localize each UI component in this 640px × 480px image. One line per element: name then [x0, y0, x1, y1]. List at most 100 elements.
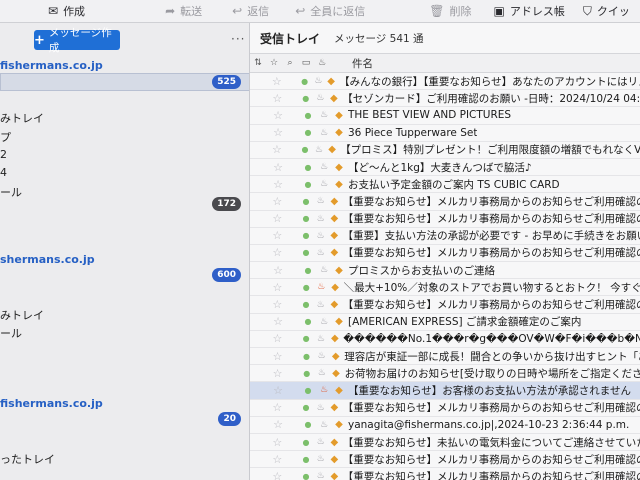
address-book-button[interactable]: ▣ アドレス帳 [483, 3, 574, 19]
thread-column-icon[interactable]: ⇅ [250, 58, 266, 68]
attachment-column-icon[interactable]: ⌕ [282, 58, 298, 68]
junk-flame-icon[interactable]: ♨ [313, 231, 328, 241]
junk-flame-icon[interactable]: ♨ [313, 403, 328, 413]
star-icon[interactable]: ☆ [270, 298, 285, 311]
star-icon[interactable]: ☆ [270, 212, 285, 225]
junk-flame-icon[interactable]: ♨ [314, 282, 329, 292]
read-status-dot-icon[interactable]: ● [299, 334, 314, 343]
message-row[interactable]: ☆ ● ♨ ◆ お支払い予定金額のご案内 TS CUBIC CARD [250, 176, 640, 194]
more-options-icon[interactable]: ··· [231, 32, 245, 46]
message-row[interactable]: ☆ ● ♨ ◆ THE BEST VIEW AND PICTURES [250, 107, 640, 125]
read-status-dot-icon[interactable]: ● [300, 128, 316, 137]
junk-flame-icon[interactable]: ♨ [316, 317, 332, 327]
folder-item[interactable]: 2 [0, 148, 7, 161]
star-icon[interactable]: ☆ [270, 332, 285, 345]
read-status-dot-icon[interactable]: ● [299, 472, 314, 480]
message-row[interactable]: ☆ ● ♨ ◆ 【重要なお知らせ】お客様のお支払い方法が承認されません [250, 382, 640, 400]
read-status-dot-icon[interactable]: ● [299, 214, 314, 223]
star-icon[interactable]: ☆ [270, 161, 286, 174]
subject-column-header[interactable]: 件名 [352, 56, 373, 71]
junk-flame-icon[interactable]: ♨ [316, 179, 332, 189]
junk-flame-icon[interactable]: ♨ [313, 454, 328, 464]
star-icon[interactable]: ☆ [270, 384, 286, 397]
star-icon[interactable]: ☆ [270, 350, 285, 363]
read-status-dot-icon[interactable]: ● [299, 300, 314, 309]
junk-flame-icon[interactable]: ♨ [314, 368, 329, 378]
account-1[interactable]: fishermans.co.jp [0, 59, 103, 72]
star-icon[interactable]: ☆ [270, 315, 286, 328]
message-row[interactable]: ☆ ● ♨ ◆ 【重要なお知らせ】メルカリ事務局からのお知らせご利用確認のお願 [250, 245, 640, 263]
star-icon[interactable]: ☆ [270, 418, 286, 431]
folder-item[interactable]: ール [0, 325, 22, 341]
folder-item[interactable]: みトレイ [0, 307, 44, 323]
account-2[interactable]: shermans.co.jp [0, 253, 95, 266]
star-icon[interactable]: ☆ [270, 143, 284, 156]
star-icon[interactable]: ☆ [270, 470, 285, 480]
read-status-dot-icon[interactable]: ● [298, 145, 312, 154]
star-icon[interactable]: ☆ [270, 229, 285, 242]
message-row[interactable]: ☆ ● ♨ ◆ プロミスからお支払いのご連絡 [250, 262, 640, 280]
junk-flame-icon[interactable]: ♨ [316, 128, 332, 138]
message-row[interactable]: ☆ ● ♨ ◆ 【重要なお知らせ】メルカリ事務局からのお知らせご利用確認のお願 [250, 211, 640, 228]
message-row[interactable]: ☆ ● ♨ ◆ 36 Piece Tupperware Set [250, 125, 640, 142]
junk-flame-icon[interactable]: ♨ [316, 265, 332, 275]
star-icon[interactable]: ☆ [270, 367, 285, 380]
junk-flame-icon[interactable]: ♨ [313, 248, 328, 258]
message-row[interactable]: ☆ ● ♨ ◆ 【重要なお知らせ】メルカリ事務局からのお知らせご利用確認のお願 [250, 468, 640, 480]
junk-flame-icon[interactable]: ♨ [314, 334, 329, 344]
junk-flame-icon[interactable]: ♨ [312, 145, 326, 155]
folder-item[interactable]: 4 [0, 166, 7, 179]
new-message-button[interactable]: + メッセージ作成 [34, 27, 120, 54]
star-icon[interactable]: ☆ [270, 178, 286, 191]
junk-flame-icon[interactable]: ♨ [313, 196, 328, 206]
star-icon[interactable]: ☆ [270, 92, 285, 105]
read-status-dot-icon[interactable]: ● [299, 438, 314, 447]
junk-flame-icon[interactable]: ♨ [316, 162, 332, 172]
forward-button[interactable]: ➦ 転送 [155, 3, 212, 19]
junk-flame-icon[interactable]: ♨ [313, 471, 328, 480]
junk-flame-icon[interactable]: ♨ [313, 437, 328, 447]
junk-flame-icon[interactable]: ♨ [313, 214, 328, 224]
junk-flame-icon[interactable]: ♨ [313, 300, 328, 310]
message-row[interactable]: ☆ ● ♨ ◆ 【重要なお知らせ】未払いの電気料金についてご連絡させていただく [250, 434, 640, 452]
read-status-dot-icon[interactable]: ● [299, 231, 314, 240]
junk-flame-icon[interactable]: ♨ [316, 385, 332, 395]
read-status-dot-icon[interactable]: ● [299, 455, 314, 464]
message-row[interactable]: ☆ ● ♨ ◆ 【ど～んと1kg】大麦きんつばで脇活♪ [250, 159, 640, 177]
message-row[interactable]: ☆ ● ♨ ◆ 【重要なお知らせ】メルカリ事務局からのお知らせご利用確認のお願 [250, 400, 640, 417]
read-status-dot-icon[interactable]: ● [299, 94, 314, 103]
folder-item[interactable]: ったトレイ [0, 451, 55, 467]
star-icon[interactable]: ☆ [270, 453, 285, 466]
selected-inbox-row[interactable]: 525 [0, 73, 249, 91]
folder-item[interactable]: みトレイ [0, 110, 44, 126]
star-icon[interactable]: ☆ [270, 246, 285, 259]
account-3[interactable]: fishermans.co.jp [0, 397, 103, 410]
read-status-dot-icon[interactable]: ● [299, 283, 314, 292]
message-row[interactable]: ☆ ● ♨ ◆ 【重要なお知らせ】メルカリ事務局からのお知らせご利用確認のお願 [250, 451, 640, 469]
reply-all-button[interactable]: ↩ 全員に返信 [285, 3, 375, 19]
read-status-dot-icon[interactable]: ● [300, 317, 316, 326]
message-row[interactable]: ☆ ● ♨ ◆ 【重要なお知らせ】メルカリ事務局からのお知らせご利用確認のお願 [250, 193, 640, 211]
star-icon[interactable]: ☆ [270, 264, 286, 277]
read-status-dot-icon[interactable]: ● [300, 180, 316, 189]
junk-flame-icon[interactable]: ♨ [313, 93, 328, 103]
star-icon[interactable]: ☆ [270, 281, 285, 294]
read-status-dot-icon[interactable]: ● [300, 420, 316, 429]
star-icon[interactable]: ☆ [270, 75, 284, 88]
star-icon[interactable]: ☆ [270, 109, 286, 122]
message-row[interactable]: ☆ ● ♨ ◆ yanagita@fishermans.co.jp|,2024-10-2… [250, 417, 640, 434]
read-status-dot-icon[interactable]: ● [300, 386, 316, 395]
read-column-icon[interactable]: ▭ [298, 58, 314, 68]
read-status-dot-icon[interactable]: ● [300, 111, 316, 120]
message-row[interactable]: ☆ ●♨◆ 【みんなの銀行】【重要なお知らせ】あなたのアカウントにはリスクが存在 [250, 73, 640, 91]
star-icon[interactable]: ☆ [270, 126, 286, 139]
read-status-dot-icon[interactable]: ● [299, 248, 314, 257]
message-row[interactable]: ☆ ● ♨ ◆ 理容店が東証一部に成長！闘合との争いから抜け出すヒント「ある [250, 348, 640, 366]
read-status-dot-icon[interactable]: ● [299, 369, 314, 378]
read-status-dot-icon[interactable]: ● [300, 266, 316, 275]
star-icon[interactable]: ☆ [270, 195, 285, 208]
message-row[interactable]: ☆ ●♨◆ 【プロミス】特別プレゼント！ご利用限度額の増額でもれなくVポイント [250, 142, 640, 159]
read-status-dot-icon[interactable]: ● [298, 77, 312, 86]
message-row[interactable]: ☆ ● ♨ ◆ [AMERICAN EXPRESS] ご請求金額確定のご案内 [250, 314, 640, 331]
message-row[interactable]: ☆ ● ♨ ◆ お荷物お届けのお知らせ[受け取りの日時や場所をご指定ください] [250, 365, 640, 383]
